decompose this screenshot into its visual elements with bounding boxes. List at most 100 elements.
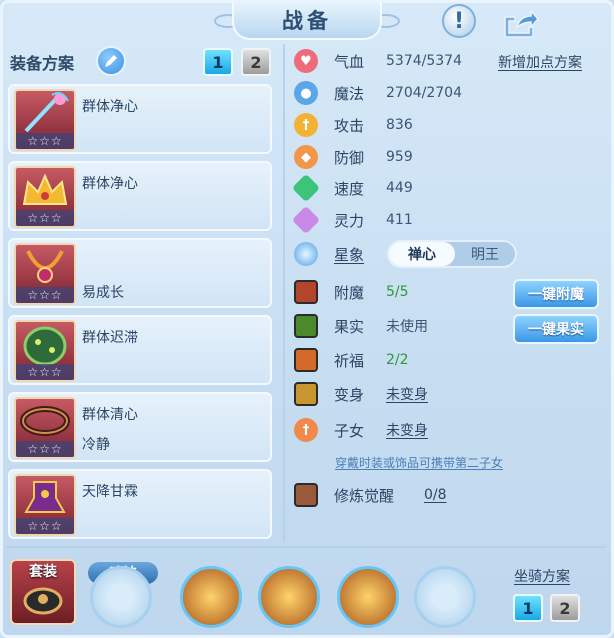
share-arrow-icon[interactable] (500, 6, 540, 40)
stat-value: 5/5 (386, 284, 409, 300)
belt-item-icon: ☆☆☆ (14, 397, 76, 459)
bless-row: 祈福 2/2 (294, 346, 409, 374)
staff-item-icon: ☆☆☆ (14, 89, 76, 151)
star-rating: ☆☆☆ (16, 287, 74, 303)
enchant-icon (294, 280, 318, 304)
armor-item-icon: ☆☆☆ (14, 320, 76, 382)
stat-label: 果实 (334, 317, 365, 336)
stat-label: 子女 (334, 421, 365, 440)
stat-value: 836 (386, 117, 413, 133)
stat-spd: 速度 449 (291, 173, 413, 203)
bless-flame-icon (294, 348, 318, 372)
plan-1-button[interactable]: 1 (203, 48, 233, 76)
stat-value: 未使用 (386, 319, 428, 335)
child-link[interactable]: 未变身 (386, 420, 428, 440)
speed-bolt-icon (291, 173, 321, 203)
star-compass-icon (294, 242, 318, 266)
stat-value: 5374/5374 (386, 53, 462, 69)
stat-label: 修炼觉醒 (334, 486, 395, 505)
sword-icon: † (294, 113, 318, 137)
skill-name: 群体净心 (82, 176, 138, 192)
stat-label: 速度 (334, 179, 365, 198)
stat-star: 星象 (294, 240, 364, 268)
skill-card-4[interactable]: ☆☆☆ 群体迟滞 (8, 315, 272, 385)
boots-item-icon: ☆☆☆ (14, 474, 76, 536)
child-icon: † (294, 418, 318, 442)
soul-slot-scroll-icon[interactable] (258, 566, 320, 628)
skill-card-2[interactable]: ☆☆☆ 群体净心 (8, 161, 272, 231)
stat-value: 2/2 (386, 352, 409, 368)
crown-item-icon: ☆☆☆ (14, 166, 76, 228)
exclamation-icon[interactable]: ! (442, 4, 476, 38)
meditation-icon (294, 483, 318, 507)
spirit-diamond-icon (291, 205, 321, 235)
skill-name: 群体净心 (82, 99, 138, 115)
star-option-zen[interactable]: 禅心 (389, 242, 455, 266)
transform-figure-icon (294, 382, 318, 406)
fruit-leaf-icon (294, 314, 318, 338)
star-option-mingwang[interactable]: 明王 (455, 242, 515, 266)
one-click-fruit-button[interactable]: 一键果实 (513, 314, 599, 344)
star-toggle: 禅心 明王 (387, 240, 517, 268)
set-label: 套装 (29, 564, 57, 580)
star-rating: ☆☆☆ (16, 133, 74, 149)
soul-slot-monk-icon[interactable] (180, 566, 242, 628)
stat-label: 附魔 (334, 283, 365, 302)
stat-value: 411 (386, 212, 413, 228)
set-badge-button[interactable]: 套装 (10, 559, 76, 625)
transform-link[interactable]: 未变身 (386, 384, 428, 404)
shield-icon: ◆ (294, 145, 318, 169)
column-divider (283, 44, 285, 542)
stat-spi: 灵力 411 (291, 205, 413, 235)
one-click-enchant-button[interactable]: 一键附魔 (513, 279, 599, 309)
skill-card-3[interactable]: ☆☆☆ 易成长 (8, 238, 272, 308)
stat-label: 灵力 (334, 211, 365, 230)
stat-value: 959 (386, 149, 413, 165)
awaken-link[interactable]: 0/8 (424, 487, 447, 503)
stat-label: 攻击 (334, 116, 365, 135)
equipment-plan-title: 装备方案 (10, 54, 75, 73)
second-child-hint[interactable]: 穿戴时装或饰品可携带第二子女 (335, 454, 503, 471)
plan-2-button[interactable]: 2 (241, 48, 271, 76)
child-row: † 子女 未变身 (294, 416, 428, 444)
skill-name: 群体迟滞 (82, 330, 138, 346)
new-points-plan-link[interactable]: 新增加点方案 (498, 52, 582, 72)
edit-pencil-icon[interactable] (96, 46, 126, 76)
mana-cloud-icon: ● (294, 81, 318, 105)
skill-card-5[interactable]: ☆☆☆ 群体清心 冷静 (8, 392, 272, 462)
stat-value: 2704/2704 (386, 85, 462, 101)
star-rating: ☆☆☆ (16, 518, 74, 534)
page-title: 战备 (232, 2, 382, 40)
skill-name: 群体清心 (82, 407, 138, 423)
star-rating: ☆☆☆ (16, 210, 74, 226)
star-rating: ☆☆☆ (16, 364, 74, 380)
necklace-item-icon: ☆☆☆ (14, 243, 76, 305)
skill-card-6[interactable]: ☆☆☆ 天降甘霖 (8, 469, 272, 539)
stat-label: 防御 (334, 148, 365, 167)
skill-effect: 冷静 (82, 437, 110, 453)
stat-label: 气血 (334, 52, 365, 71)
soul-slot-empty[interactable] (414, 566, 476, 628)
fruit-row: 果实 未使用 (294, 312, 428, 340)
bottom-divider (6, 546, 606, 548)
stat-atk: † 攻击 836 (294, 111, 413, 139)
stat-label: 变身 (334, 385, 365, 404)
heart-icon: ♥ (294, 49, 318, 73)
stat-label: 祈福 (334, 351, 365, 370)
mount-plan-1-button[interactable]: 1 (513, 594, 543, 622)
skill-card-1[interactable]: ☆☆☆ 群体净心 (8, 84, 272, 154)
stat-mp: ● 魔法 2704/2704 (294, 79, 462, 107)
skill-name: 天降甘霖 (82, 484, 138, 500)
skill-effect: 易成长 (82, 285, 124, 301)
enchant-row: 附魔 5/5 (294, 278, 409, 306)
stat-label: 魔法 (334, 84, 365, 103)
star-rating: ☆☆☆ (16, 441, 74, 457)
stat-hp: ♥ 气血 5374/5374 (294, 47, 462, 75)
soul-slot-empty[interactable] (90, 566, 152, 628)
mount-plan-link[interactable]: 坐骑方案 (514, 566, 570, 586)
transform-row: 变身 未变身 (294, 380, 428, 408)
mount-plan-2-button[interactable]: 2 (550, 594, 580, 622)
star-label-link[interactable]: 星象 (334, 244, 364, 265)
stat-def: ◆ 防御 959 (294, 143, 413, 171)
soul-slot-warrior-icon[interactable] (337, 566, 399, 628)
